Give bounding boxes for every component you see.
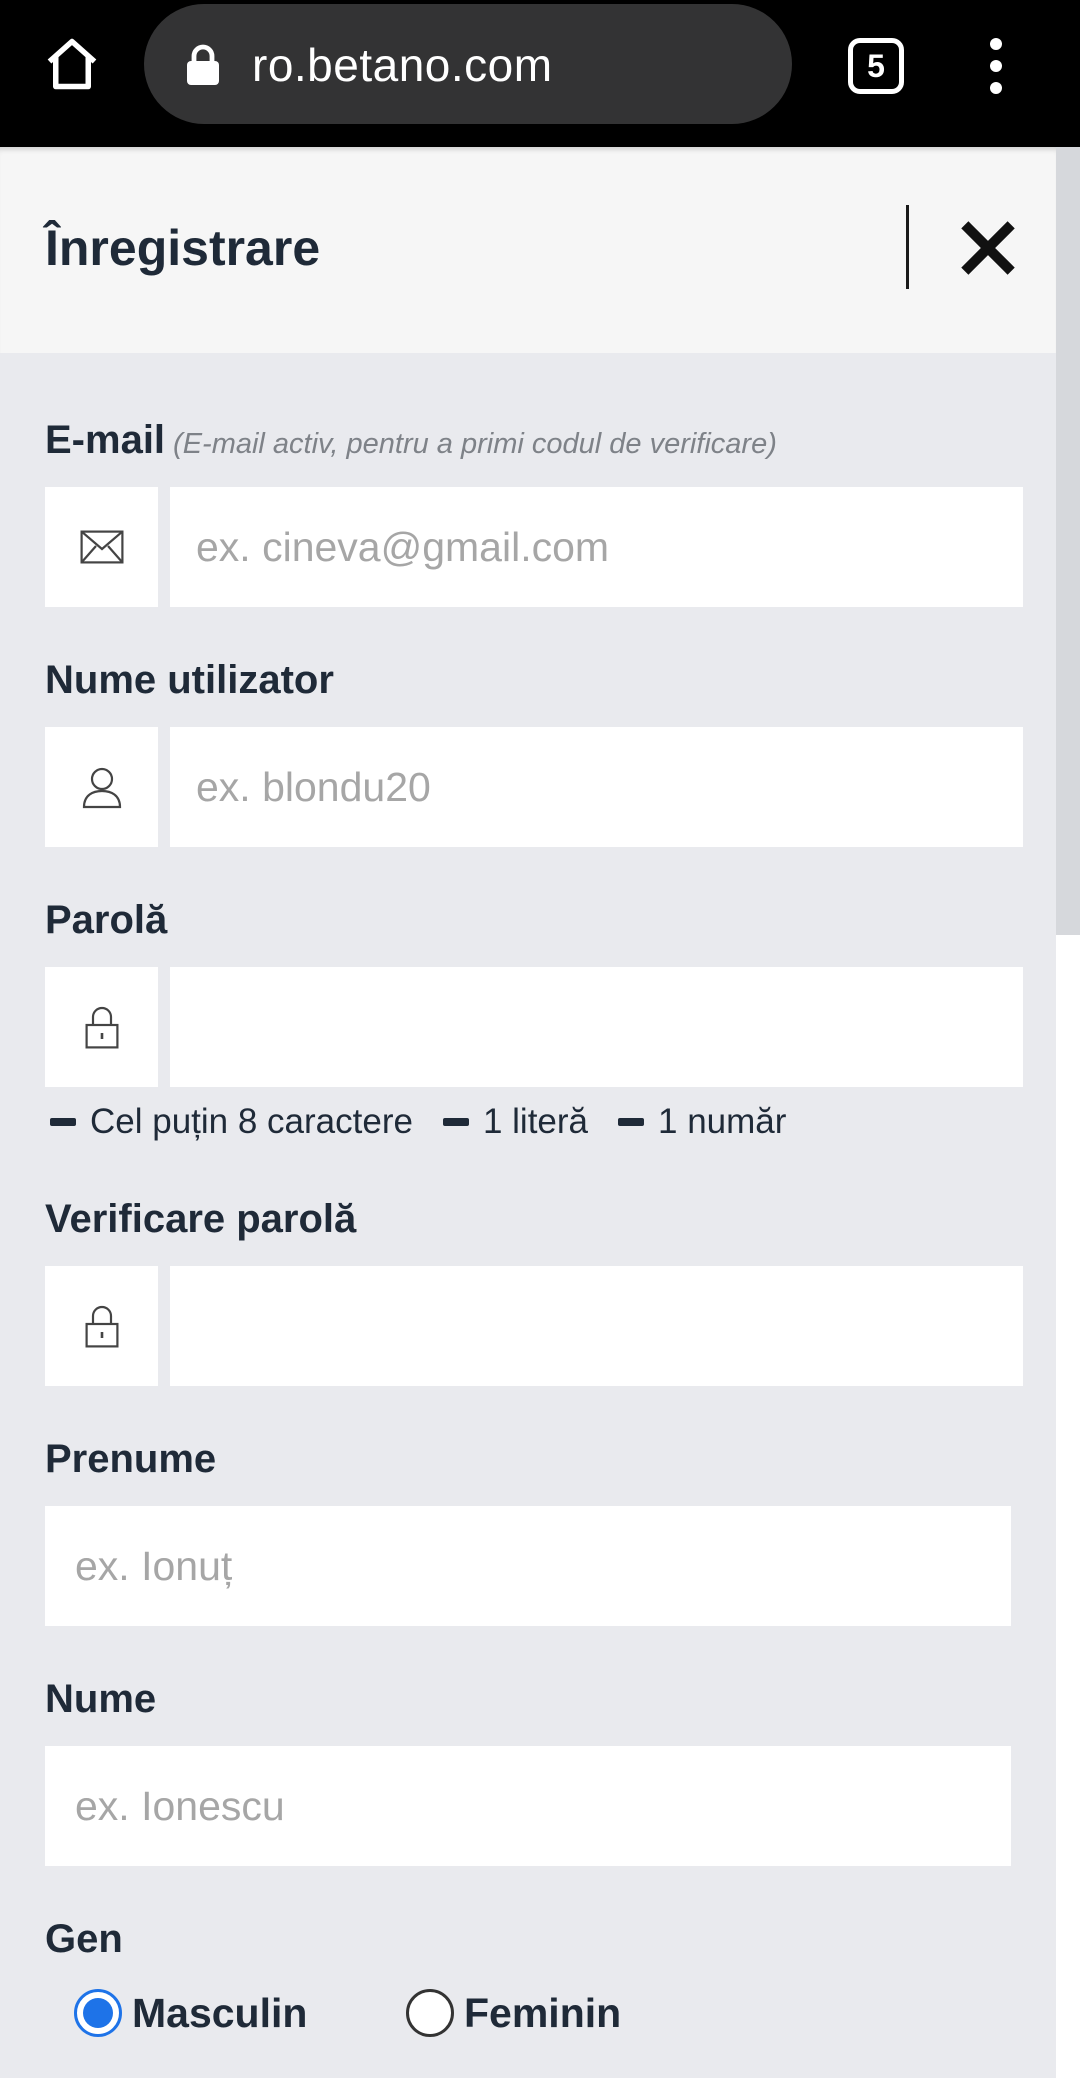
overflow-menu-button[interactable] [972, 34, 1020, 98]
requirement-dash-icon [618, 1118, 645, 1126]
url-text: ro.betano.com [252, 39, 553, 91]
password-confirm-field[interactable] [170, 1266, 1023, 1386]
requirement-text: Cel puțin 8 caractere [90, 1102, 413, 1141]
email-hint: (E-mail activ, pentru a primi codul de v… [173, 428, 777, 460]
page-title: Înregistrare [45, 220, 321, 276]
gender-label: Gen [45, 1917, 123, 1961]
gender-option-label: Masculin [132, 1989, 308, 2036]
requirement-dash-icon [442, 1118, 469, 1126]
last-name-label: Nume [45, 1677, 157, 1721]
address-bar[interactable]: ro.betano.com [144, 4, 792, 124]
gender-option-label: Feminin [464, 1989, 622, 2036]
username-icon-box [45, 727, 158, 847]
home-icon [47, 38, 97, 90]
header-divider [906, 205, 909, 289]
email-label: E-mail (E-mail activ, pentru a primi codu… [45, 418, 777, 463]
first-name-label: Prenume [45, 1437, 217, 1481]
last-name-field[interactable] [45, 1746, 1011, 1866]
lock-icon [187, 44, 219, 85]
first-name-field[interactable] [45, 1506, 1011, 1626]
menu-dot-icon [990, 38, 1002, 50]
username-field[interactable] [170, 727, 1023, 847]
user-icon [82, 767, 121, 809]
password-icon-box [45, 967, 158, 1087]
scrollbar-thumb[interactable] [1056, 147, 1080, 935]
gender-option-female[interactable]: Feminin [406, 1978, 621, 2048]
close-button[interactable] [948, 213, 1028, 283]
password-requirements: Cel puțin 8 caractere 1 literă 1 număr [50, 1100, 816, 1144]
close-icon [961, 221, 1015, 275]
tab-switcher-button[interactable]: 5 [848, 38, 904, 94]
padlock-icon [85, 1006, 118, 1049]
requirement-text: 1 număr [658, 1102, 787, 1141]
radio-checked-icon[interactable] [74, 1989, 122, 2037]
tab-count: 5 [867, 47, 885, 84]
radio-unchecked-icon[interactable] [406, 1989, 454, 2037]
menu-dot-icon [990, 60, 1002, 72]
email-label-text: E-mail [45, 418, 166, 462]
password-confirm-icon-box [45, 1266, 158, 1386]
requirement-text: 1 literă [482, 1102, 589, 1141]
browser-toolbar: ro.betano.com 5 [0, 0, 1080, 147]
password-confirm-label: Verificare parolă [45, 1197, 357, 1241]
username-label: Nume utilizator [45, 658, 334, 702]
requirement-item: 1 literă [442, 1102, 589, 1142]
requirement-dash-icon [50, 1118, 76, 1126]
gender-option-male[interactable]: Masculin [74, 1978, 307, 2048]
modal-header: Înregistrare [0, 147, 1056, 353]
envelope-icon [80, 530, 123, 564]
requirement-item: 1 număr [618, 1102, 786, 1142]
email-icon-box [45, 487, 158, 607]
email-field[interactable] [170, 487, 1023, 607]
menu-dot-icon [990, 82, 1002, 94]
password-field[interactable] [170, 967, 1023, 1087]
padlock-icon [85, 1305, 118, 1348]
home-button[interactable] [36, 28, 108, 100]
requirement-item: Cel puțin 8 caractere [50, 1102, 413, 1142]
password-label: Parolă [45, 898, 168, 942]
